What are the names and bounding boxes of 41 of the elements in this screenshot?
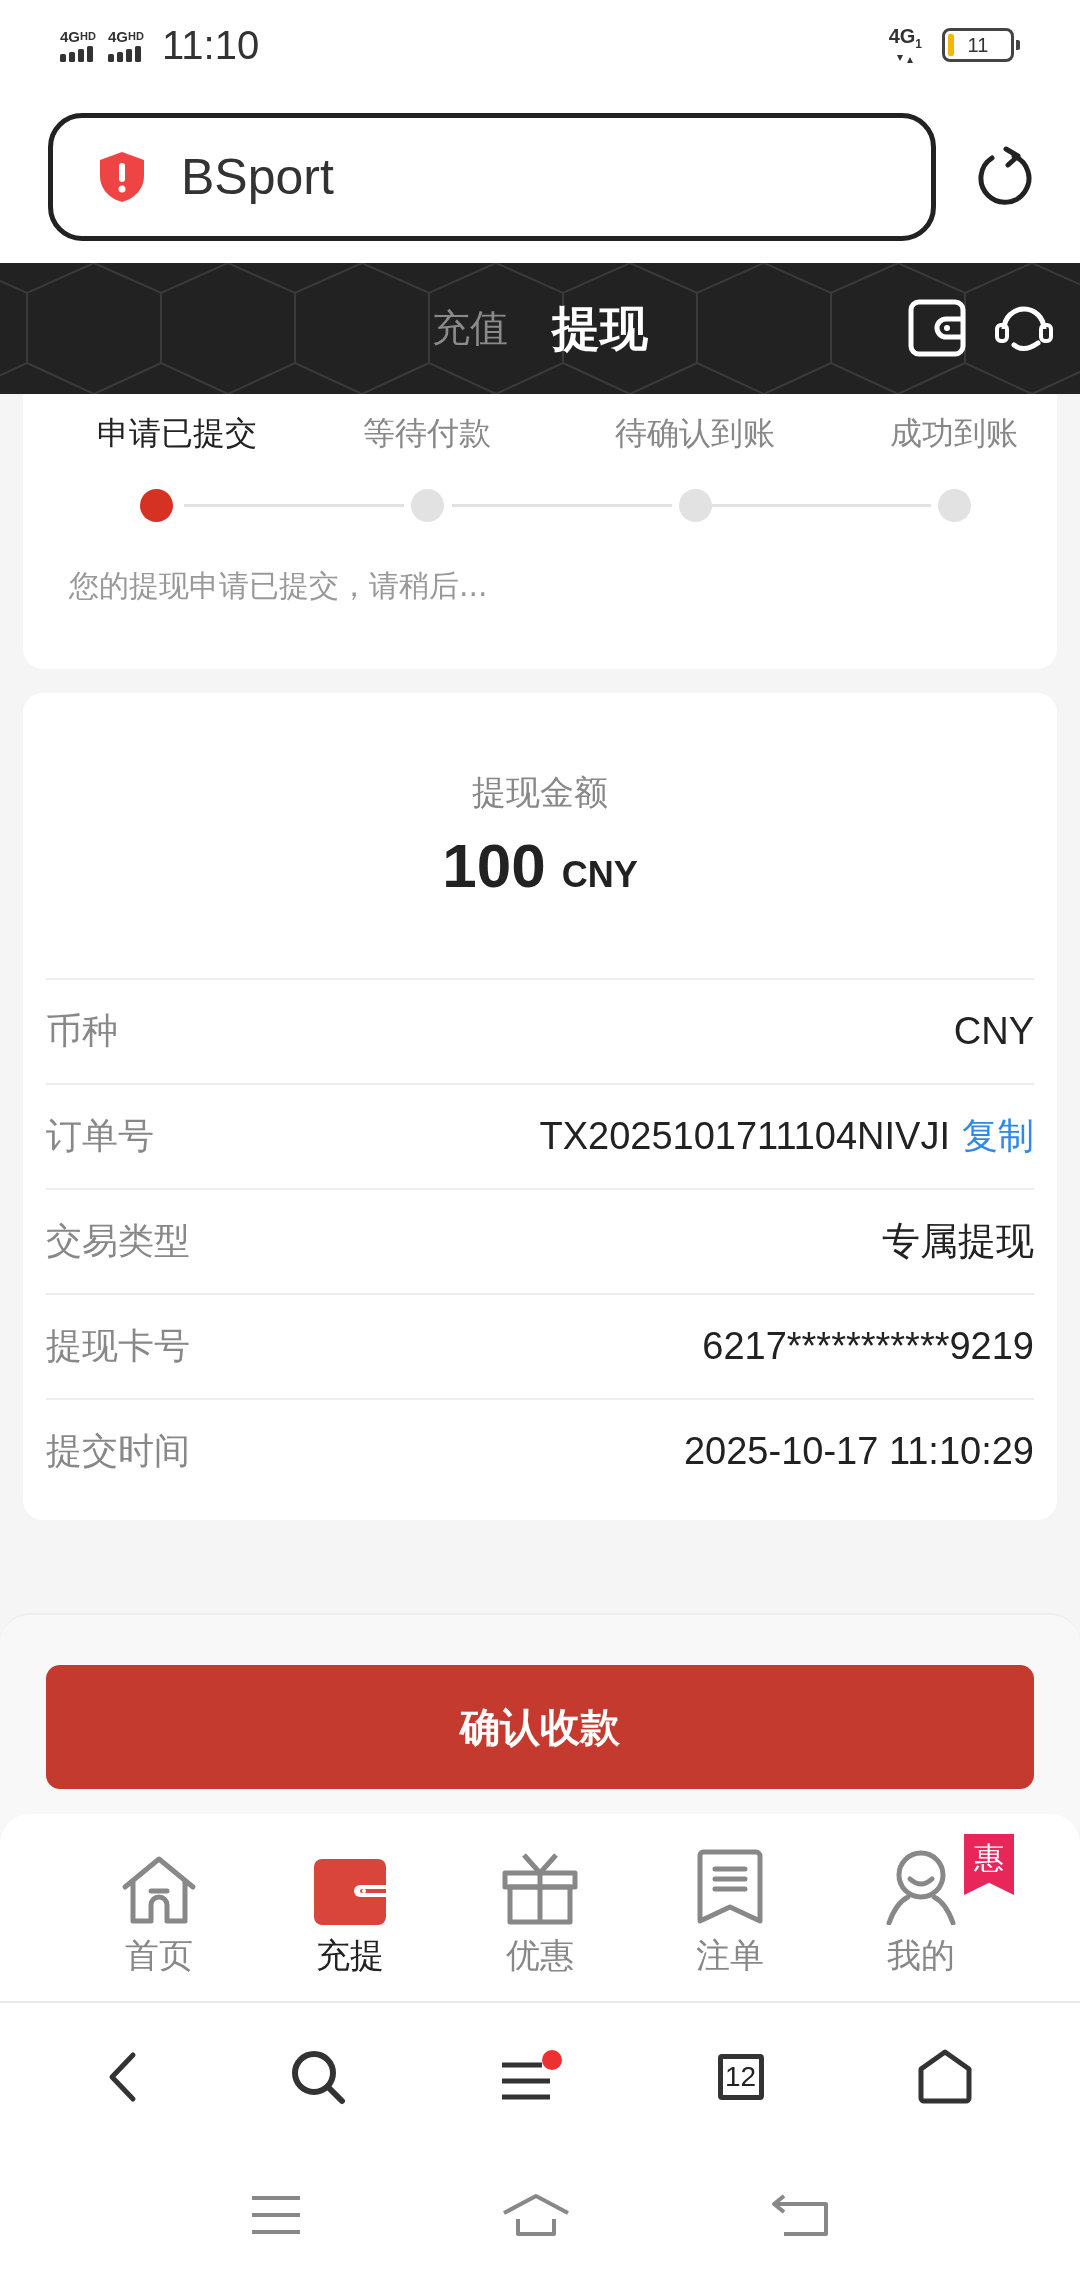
detail-value: 专属提现 <box>882 1219 1034 1264</box>
nav-tab[interactable]: 充提 <box>254 1814 445 2001</box>
home-icon <box>121 1855 198 1925</box>
reload-icon[interactable] <box>976 145 1034 208</box>
amount-label: 提现金额 <box>472 771 608 814</box>
clock-time: 11:10 <box>162 22 260 68</box>
address-bar[interactable]: BSport <box>48 112 936 241</box>
amount-currency: CNY <box>561 854 638 896</box>
user-icon <box>885 1849 956 1925</box>
nav-tab[interactable]: 优惠 <box>444 1814 636 2001</box>
nav-tab[interactable]: 注单 <box>635 1814 826 2001</box>
nav-tab[interactable]: 首页 <box>64 1814 255 2001</box>
nav-tab[interactable]: 我的 惠 <box>825 1814 1017 2001</box>
detail-value: CNY <box>953 1010 1034 1053</box>
step-label: 成功到账 <box>890 413 1018 454</box>
detail-value: TX2025101711104NIVJI <box>539 1115 950 1158</box>
amount-value: 100 <box>442 830 546 901</box>
detail-value: 2025-10-17 11:10:29 <box>683 1430 1034 1473</box>
copy-link[interactable]: 复制 <box>962 1112 1034 1161</box>
confirm-button[interactable]: 确认收款 <box>46 1665 1034 1789</box>
header-tab[interactable]: 充值 <box>432 303 508 354</box>
bet-slip-icon <box>697 1849 764 1925</box>
detail-label: 订单号 <box>46 1114 154 1158</box>
detail-label: 交易类型 <box>46 1219 190 1263</box>
step-label: 申请已提交 <box>97 413 257 454</box>
shield-warning-icon <box>97 149 147 204</box>
step-label: 等待付款 <box>363 413 491 454</box>
promo-badge: 惠 <box>964 1834 1015 1895</box>
detail-label: 币种 <box>46 1009 118 1053</box>
detail-value: 6217***********9219 <box>702 1325 1034 1368</box>
header-tab[interactable]: 提现 <box>552 296 648 361</box>
search-icon[interactable] <box>290 2048 347 2105</box>
recent-apps-icon[interactable] <box>249 2195 302 2235</box>
status-message: 您的提现申请已提交，请稍后... <box>69 567 489 605</box>
detail-label: 提现卡号 <box>46 1324 190 1368</box>
home-icon[interactable] <box>917 2048 974 2105</box>
detail-label: 提交时间 <box>46 1429 190 1473</box>
wallet-icon[interactable] <box>908 299 966 357</box>
tabs-button[interactable]: 12 <box>717 2053 764 2100</box>
step-label: 待确认到账 <box>615 413 775 454</box>
wallet-icon <box>313 1859 386 1925</box>
